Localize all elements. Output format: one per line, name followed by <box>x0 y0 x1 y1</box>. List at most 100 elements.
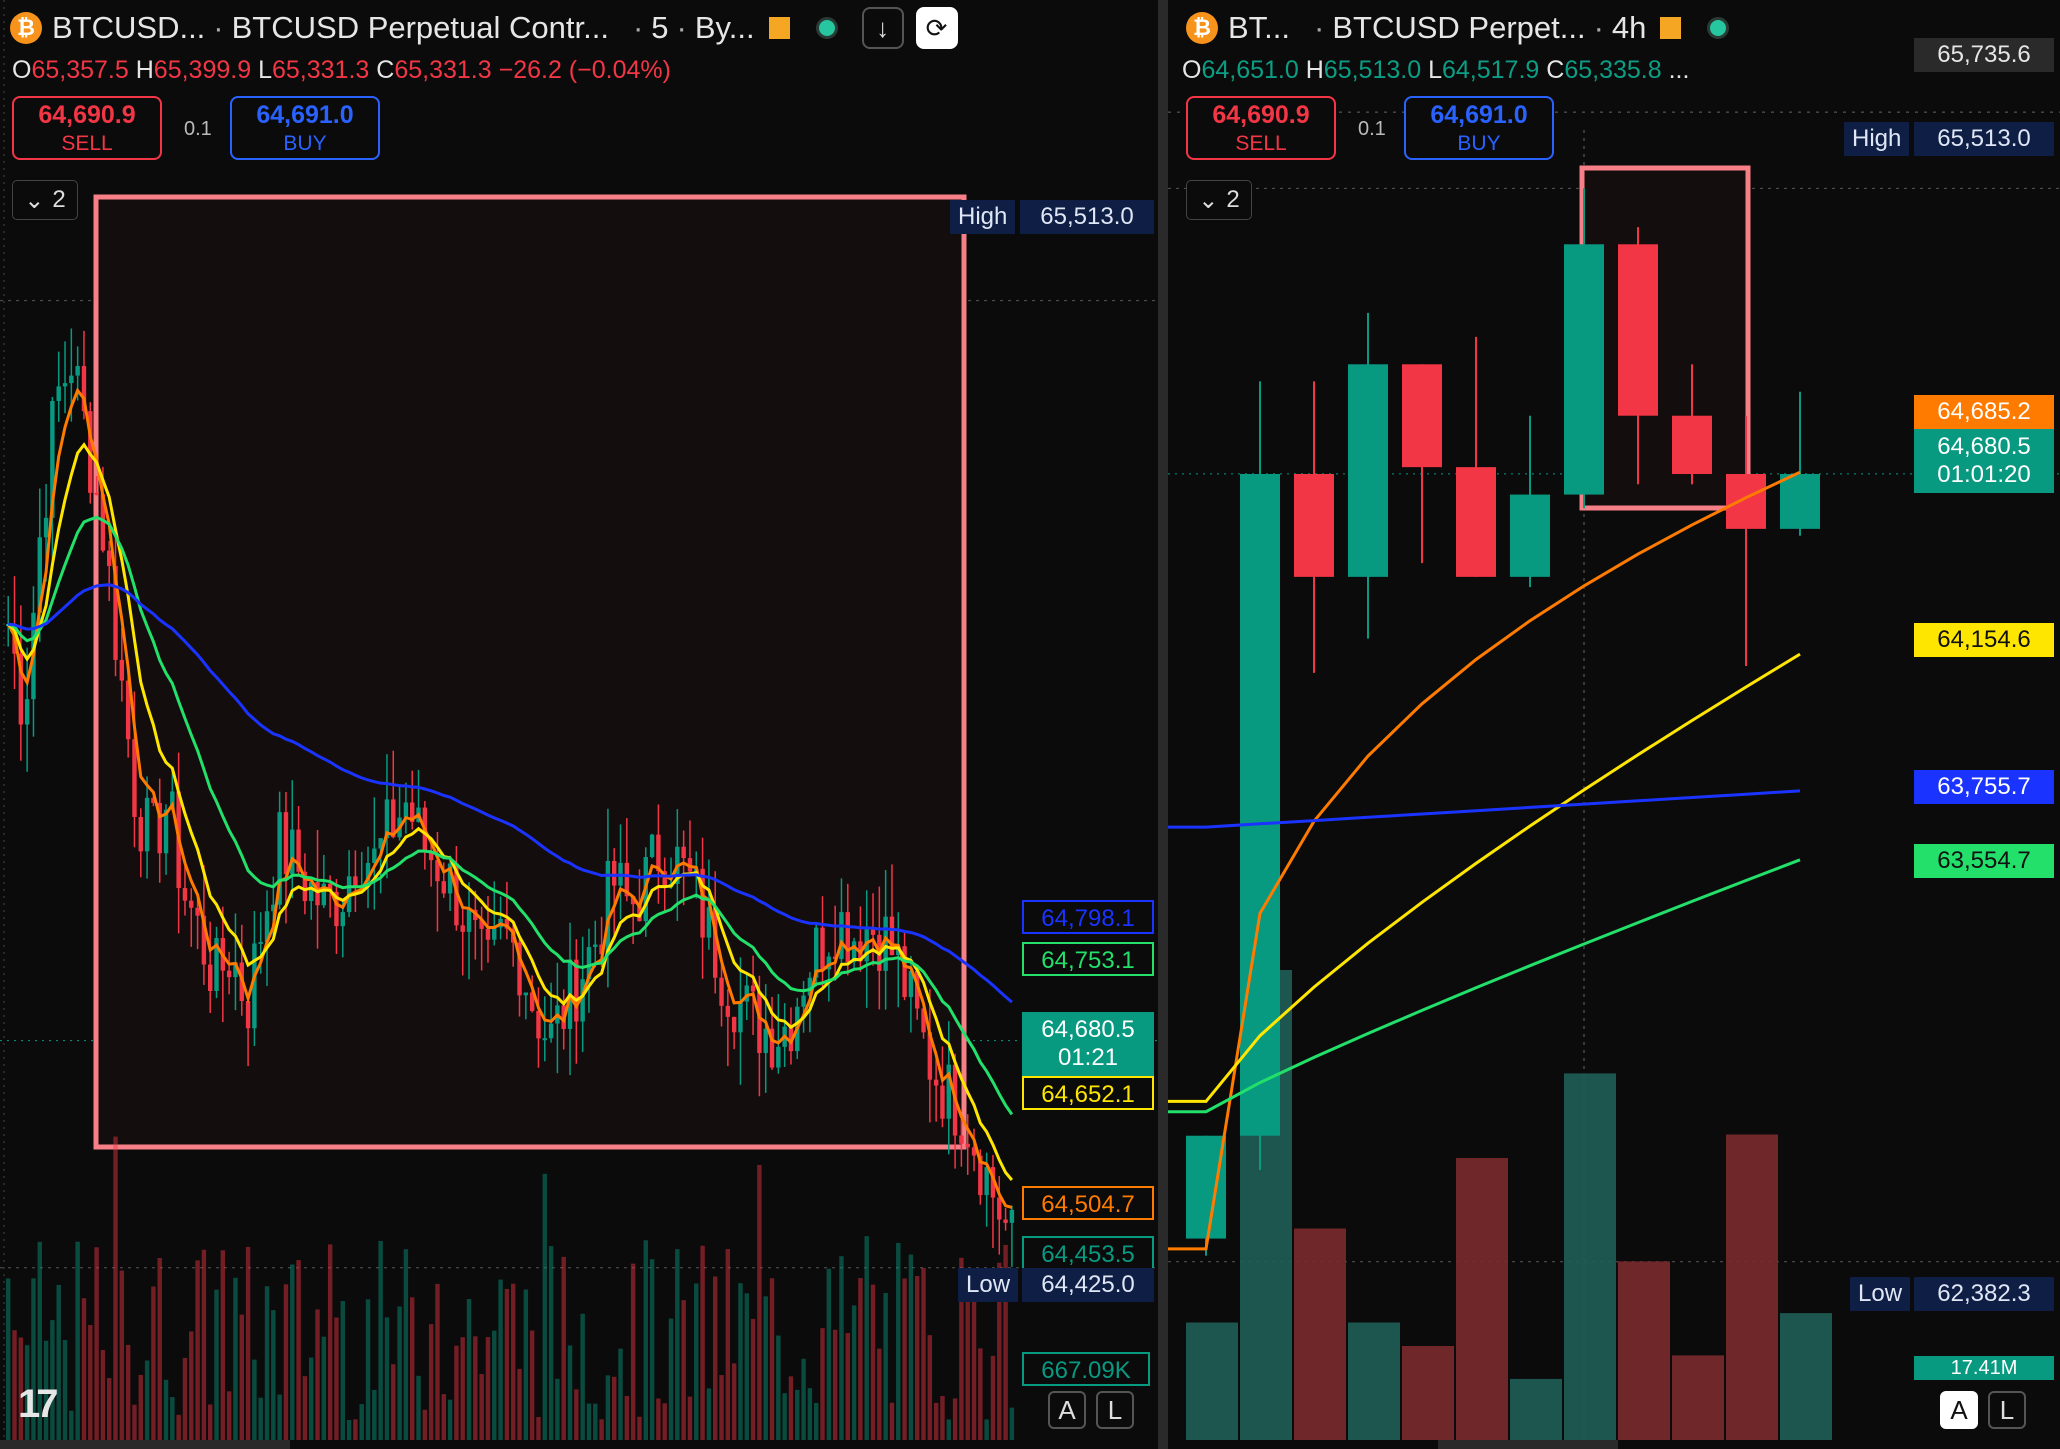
volume-bar <box>675 1249 680 1440</box>
right-orange-ma-tag: 64,685.2 <box>1914 395 2054 429</box>
volume-bar <box>403 1249 409 1440</box>
buy-button[interactable]: 64,691.0 BUY <box>230 96 380 160</box>
arrow-down-icon[interactable]: ↓ <box>861 7 904 49</box>
volume-bar <box>782 1393 787 1440</box>
candle <box>1402 364 1442 468</box>
volume-bar <box>485 1337 491 1440</box>
volume-bar <box>971 1277 977 1440</box>
right-chart-canvas[interactable] <box>1168 0 2060 1449</box>
volume-bar <box>731 1363 737 1440</box>
volume-bar <box>517 1368 522 1440</box>
panel-divider[interactable] <box>1158 0 1168 1449</box>
log-scale-button[interactable]: L <box>1988 1391 2026 1429</box>
volume-bar <box>599 1419 604 1440</box>
volume-bar <box>397 1306 402 1440</box>
volume-bar <box>965 1282 970 1440</box>
volume-bar <box>466 1299 472 1440</box>
volume-bar <box>769 1278 775 1440</box>
volume-bar <box>668 1318 674 1440</box>
volume-bar <box>763 1296 768 1440</box>
candle <box>757 991 762 1054</box>
right-yellow-ma-tag: 64,154.6 <box>1914 623 2054 657</box>
auto-scale-button[interactable]: A <box>1940 1391 1978 1429</box>
volume-bar <box>498 1279 503 1440</box>
quantity[interactable]: 0.1 <box>1358 118 1386 141</box>
volume-bar <box>113 1136 118 1440</box>
volume-bar <box>681 1300 686 1440</box>
volume-bar <box>239 1314 244 1440</box>
ohlc-high: 65,513.0 <box>1323 56 1422 84</box>
volume-bar <box>946 1419 951 1440</box>
candle <box>24 699 30 725</box>
candle <box>523 992 529 996</box>
candle <box>75 366 80 376</box>
right-low-label: Low <box>1850 1277 1911 1311</box>
right-low-value: 62,382.3 <box>1914 1277 2054 1311</box>
volume-bar <box>447 1399 453 1440</box>
right-symbol[interactable]: BT... <box>1228 10 1290 46</box>
volume-bar <box>220 1250 226 1440</box>
volume-bar <box>125 1344 131 1440</box>
right-chart-panel[interactable]: ₿ BT... · BTCUSD Perpet... · 4h 65,735.6… <box>1168 0 2060 1449</box>
volume-bar <box>365 1299 371 1440</box>
candle <box>107 550 112 566</box>
volume-bar <box>195 1260 200 1440</box>
candle <box>163 809 169 854</box>
volume-bar <box>605 1375 611 1440</box>
volume-bar <box>889 1402 895 1440</box>
volume-bar <box>940 1395 945 1440</box>
volume-bar <box>864 1236 869 1440</box>
candle <box>731 1016 737 1033</box>
volume-bar <box>460 1337 465 1440</box>
volume-bar <box>630 1263 636 1440</box>
log-scale-button[interactable]: L <box>1096 1391 1134 1429</box>
auto-scale-button[interactable]: A <box>1048 1391 1086 1429</box>
volume-bar <box>807 1388 813 1440</box>
candle <box>94 492 99 495</box>
volume-bar <box>302 1376 308 1440</box>
volume-bar <box>548 1246 554 1440</box>
flag-icon[interactable] <box>1660 17 1682 39</box>
volume-bar <box>170 1397 175 1440</box>
volume-bar <box>1348 1322 1400 1440</box>
ohlc-open: 64,651.0 <box>1201 56 1299 84</box>
candle <box>1564 244 1604 495</box>
volume-bar <box>1564 1073 1616 1440</box>
volume-bar <box>315 1309 320 1440</box>
collapse-indicators-button[interactable]: ⌄ 2 <box>1186 180 1252 220</box>
candle <box>536 1010 541 1039</box>
volume-bar <box>649 1259 655 1440</box>
flag-icon[interactable] <box>768 17 790 39</box>
volume-bar <box>144 1360 150 1440</box>
volume-bar <box>88 1325 93 1440</box>
right-blue-ma-tag: 63,755.7 <box>1914 770 2054 804</box>
buy-button[interactable]: 64,691.0 BUY <box>1404 96 1554 160</box>
candle <box>189 900 194 908</box>
candle <box>1456 467 1496 577</box>
volume-bar <box>176 1414 181 1440</box>
volume-bar <box>694 1283 699 1440</box>
rectangle-drawing <box>1579 165 1751 511</box>
volume-bar <box>738 1283 743 1440</box>
right-chart-header: ₿ BT... · BTCUSD Perpet... · 4h <box>1186 8 1741 48</box>
sell-button[interactable]: 64,690.9 SELL <box>1186 96 1336 160</box>
volume-bar <box>296 1260 301 1440</box>
volume-bar <box>138 1374 143 1440</box>
volume-bar <box>56 1284 61 1440</box>
left-interval[interactable]: 5 <box>651 10 668 46</box>
sync-icon[interactable]: ⟳ <box>915 7 958 49</box>
volume-bar <box>271 1310 276 1440</box>
candle <box>258 941 263 944</box>
quantity[interactable]: 0.1 <box>184 118 212 141</box>
collapse-indicators-button[interactable]: ⌄ 2 <box>12 180 78 220</box>
sell-button[interactable]: 64,690.9 SELL <box>12 96 162 160</box>
right-interval[interactable]: 4h <box>1612 10 1646 46</box>
ohlc-close: 65,335.8 <box>1564 56 1662 84</box>
left-chart-panel[interactable]: ₿ BTCUSD... · BTCUSD Perpetual Contr... … <box>0 0 1158 1449</box>
candle <box>656 834 661 872</box>
volume-bar <box>290 1264 295 1440</box>
left-symbol[interactable]: BTCUSD... <box>52 10 205 46</box>
left-green-ma-tag: 64,753.1 <box>1022 942 1154 976</box>
candle <box>750 985 756 992</box>
candle <box>574 959 579 1022</box>
